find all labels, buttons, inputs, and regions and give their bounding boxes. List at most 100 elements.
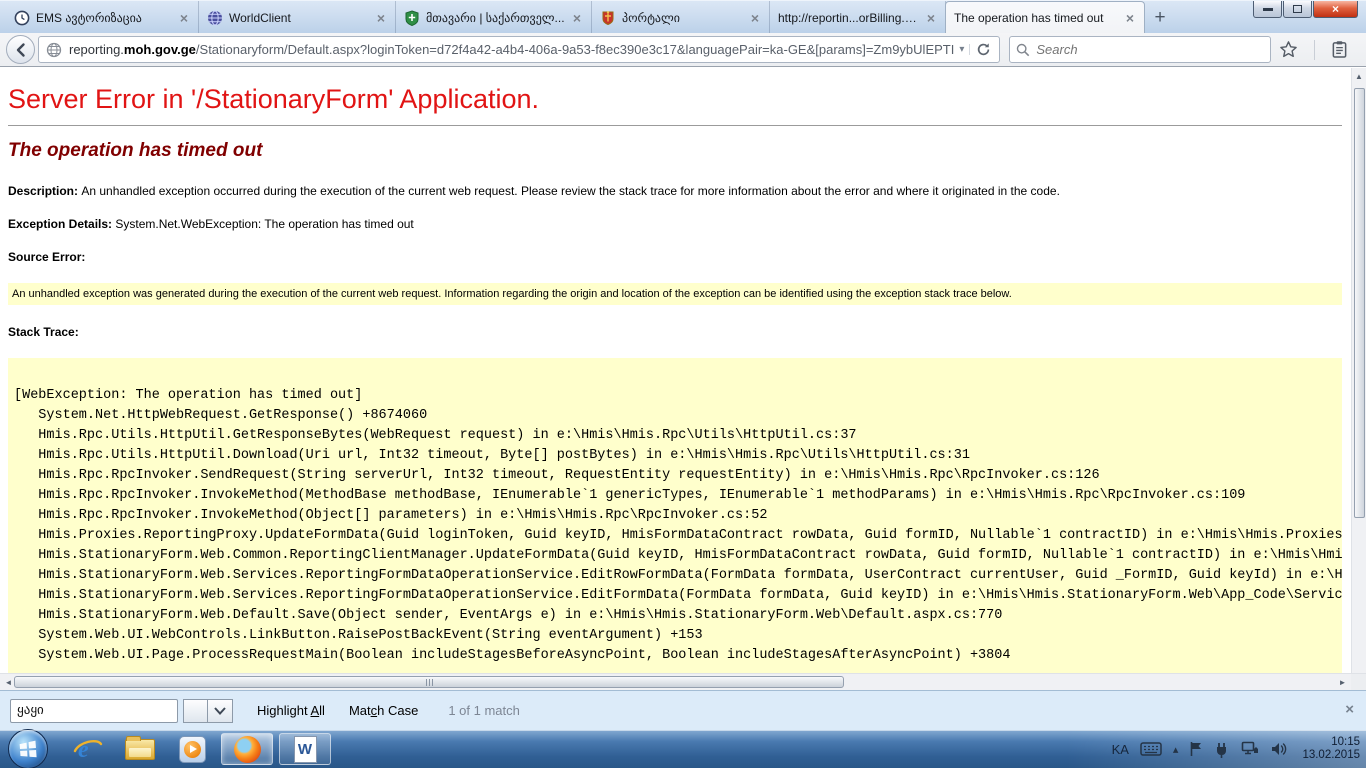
stack-trace-pre: [WebException: The operation has timed o…: [14, 366, 1336, 666]
taskbar: e W KA ▴ 10:15 13.02.2015: [0, 730, 1366, 768]
new-tab-button[interactable]: +: [1145, 1, 1175, 34]
tab-close-icon[interactable]: ×: [749, 10, 761, 26]
window-controls: ×: [1253, 1, 1358, 18]
search-box[interactable]: [1009, 36, 1271, 63]
system-tray: KA ▴ 10:15 13.02.2015: [1112, 730, 1360, 768]
minimize-button[interactable]: [1253, 1, 1282, 18]
clock-icon: [14, 10, 30, 26]
back-button[interactable]: [6, 35, 35, 64]
clock-date: 13.02.2015: [1302, 749, 1360, 762]
tab-title: The operation has timed out: [954, 11, 1118, 25]
find-bar: Highlight All Match Case 1 of 1 match ×: [0, 690, 1366, 730]
language-indicator[interactable]: KA: [1112, 742, 1129, 757]
source-error-label: Source Error:: [8, 250, 1342, 264]
stack-trace-label: Stack Trace:: [8, 325, 1342, 339]
volume-icon[interactable]: [1270, 741, 1287, 757]
url-dropdown-icon[interactable]: ▾: [954, 44, 970, 55]
find-input[interactable]: [10, 699, 178, 723]
shield-icon: [404, 10, 420, 26]
media-player-icon: [179, 736, 206, 763]
emblem-icon: [600, 10, 616, 26]
close-button[interactable]: ×: [1313, 1, 1358, 18]
horizontal-scroll-thumb[interactable]: [14, 676, 844, 688]
windows-logo-icon: [17, 738, 39, 760]
error-description: Description: An unhandled exception occu…: [8, 184, 1342, 198]
tab-close-icon[interactable]: ×: [1124, 10, 1136, 26]
navigation-toolbar: reporting.moh.gov.ge/Stationaryform/Defa…: [0, 33, 1366, 67]
page-content: Server Error in '/StationaryForm' Applic…: [0, 68, 1366, 673]
find-previous-button[interactable]: [183, 699, 208, 723]
start-button[interactable]: [8, 729, 48, 768]
clipboard-icon: [1331, 40, 1348, 59]
chevron-up-icon: [190, 707, 202, 715]
chevron-down-icon: [214, 707, 226, 715]
error-page-title: Server Error in '/StationaryForm' Applic…: [8, 84, 1342, 115]
find-close-icon[interactable]: ×: [1345, 701, 1354, 718]
url-path: /Stationaryform/Default.aspx?loginToken=…: [196, 42, 954, 57]
tab-close-icon[interactable]: ×: [375, 10, 387, 26]
file-explorer-button[interactable]: [121, 733, 159, 765]
scroll-right-icon[interactable]: ►: [1334, 674, 1351, 691]
search-input[interactable]: [1036, 42, 1264, 57]
tab-title: მთავარი | საქართველ...: [426, 11, 565, 25]
url-text: reporting.moh.gov.ge/Stationaryform/Defa…: [69, 42, 954, 57]
vertical-scroll-thumb[interactable]: [1354, 88, 1365, 518]
tab-title: http://reportin...orBilling.aspx: [778, 11, 919, 25]
firefox-icon: [234, 736, 261, 763]
bookmarks-menu-button[interactable]: [1331, 40, 1348, 59]
internet-explorer-icon: e: [73, 735, 103, 763]
tab-ems[interactable]: EMS ავტორიზაცია ×: [6, 1, 199, 34]
tab-title: WorldClient: [229, 11, 369, 25]
tab-strip: EMS ავტორიზაცია × WorldClient × მთავარი …: [0, 0, 1366, 33]
tab-title: პორტალი: [622, 11, 743, 25]
taskbar-clock[interactable]: 10:15 13.02.2015: [1302, 736, 1360, 762]
tab-close-icon[interactable]: ×: [178, 10, 190, 26]
globe-icon: [207, 10, 223, 26]
close-icon: ×: [1332, 2, 1339, 16]
folder-icon: [125, 739, 155, 760]
restore-button[interactable]: [1283, 1, 1312, 18]
match-case-button[interactable]: Match Case: [349, 703, 418, 718]
tab-mtavari[interactable]: მთავარი | საქართველ... ×: [396, 1, 592, 34]
word-taskbar-button[interactable]: W: [279, 733, 331, 765]
vertical-scrollbar[interactable]: ▲: [1351, 68, 1366, 673]
network-icon[interactable]: [1241, 741, 1259, 757]
tab-error-active[interactable]: The operation has timed out ×: [945, 1, 1145, 34]
reload-button[interactable]: [970, 42, 995, 57]
show-hidden-icons-button[interactable]: ▴: [1173, 743, 1179, 756]
search-icon: [1016, 43, 1030, 57]
scroll-up-icon[interactable]: ▲: [1352, 68, 1366, 84]
tab-close-icon[interactable]: ×: [571, 10, 583, 26]
bookmark-star-button[interactable]: [1279, 40, 1298, 59]
tab-close-icon[interactable]: ×: [925, 10, 937, 26]
tab-title: EMS ავტორიზაცია: [36, 11, 172, 25]
toolbar-separator: [1314, 40, 1315, 60]
error-subtitle: The operation has timed out: [8, 140, 1342, 162]
highlight-all-button[interactable]: Highlight All: [257, 703, 325, 718]
url-bar[interactable]: reporting.moh.gov.ge/Stationaryform/Defa…: [38, 36, 1000, 63]
media-player-button[interactable]: [173, 733, 211, 765]
power-plug-icon[interactable]: [1214, 741, 1230, 758]
find-status: 1 of 1 match: [448, 703, 520, 718]
star-icon: [1279, 40, 1298, 59]
source-error-box: An unhandled exception was generated dur…: [8, 283, 1342, 305]
back-arrow-icon: [13, 42, 29, 58]
divider: [8, 125, 1342, 126]
find-next-button[interactable]: [208, 699, 233, 723]
minimize-icon: [1263, 8, 1273, 11]
stack-trace-box: [WebException: The operation has timed o…: [8, 358, 1342, 673]
scrollbar-corner: [1351, 674, 1366, 691]
clock-time: 10:15: [1302, 736, 1360, 749]
action-center-flag-icon[interactable]: [1189, 741, 1203, 757]
keyboard-icon[interactable]: [1140, 742, 1162, 756]
word-icon: W: [294, 736, 317, 763]
tab-reporting-url[interactable]: http://reportin...orBilling.aspx ×: [770, 1, 946, 34]
firefox-taskbar-button[interactable]: [221, 733, 273, 765]
horizontal-scrollbar[interactable]: ◄ ►: [0, 673, 1366, 690]
internet-explorer-button[interactable]: e: [69, 733, 107, 765]
tab-portal[interactable]: პორტალი ×: [592, 1, 770, 34]
reload-icon: [976, 42, 991, 57]
exception-details: Exception Details: System.Net.WebExcepti…: [8, 217, 1342, 231]
tab-worldclient[interactable]: WorldClient ×: [199, 1, 396, 34]
url-domain: moh.gov.ge: [124, 42, 196, 57]
